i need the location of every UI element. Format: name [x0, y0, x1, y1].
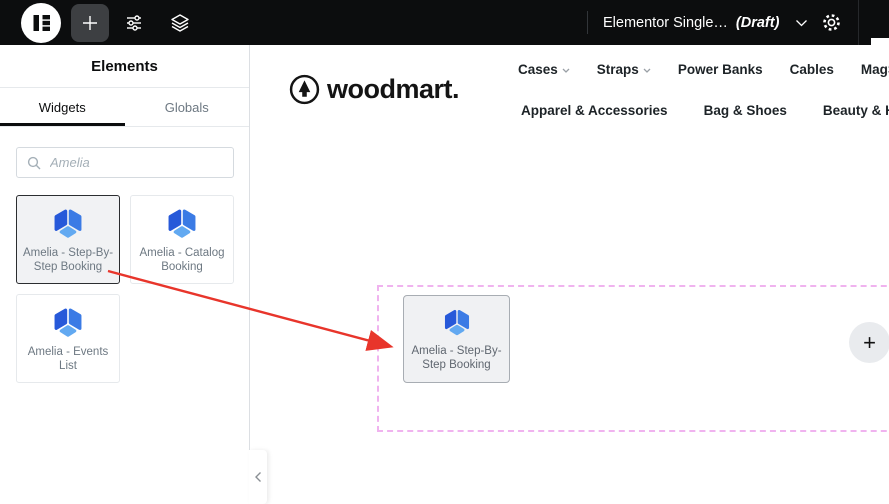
topbar-divider	[858, 0, 859, 45]
panel-collapse-button[interactable]	[249, 450, 267, 504]
pine-tree-icon	[289, 74, 320, 105]
sliders-icon	[123, 12, 145, 34]
document-title: Elementor Single…	[603, 15, 728, 31]
site-nav-secondary: Apparel & Accessories Bag & Shoes Beauty…	[521, 103, 889, 118]
tab-widgets[interactable]: Widgets	[0, 88, 125, 126]
plus-icon	[81, 14, 99, 32]
chevron-left-icon	[254, 471, 262, 483]
nav-item-cables[interactable]: Cables	[790, 62, 834, 77]
chevron-down-icon	[562, 68, 570, 73]
amelia-cube-icon	[49, 304, 87, 340]
widget-card-events-list[interactable]: Amelia - Events List	[16, 294, 120, 383]
widget-label: Amelia - Events List	[19, 345, 117, 374]
elements-panel: Elements Widgets Globals Amelia - Step-B…	[0, 45, 250, 504]
panel-title: Elements	[0, 45, 249, 88]
chevron-down-icon	[643, 68, 651, 73]
add-element-button[interactable]	[71, 4, 109, 42]
amelia-cube-icon	[49, 205, 87, 241]
add-section-button[interactable]: +	[849, 322, 889, 363]
document-status: (Draft)	[736, 15, 780, 31]
nav-item-straps[interactable]: Straps	[597, 62, 651, 77]
layers-icon	[169, 12, 191, 34]
elementor-menu-button[interactable]	[21, 3, 61, 43]
logo-text: woodmart.	[327, 76, 459, 103]
structure-button[interactable]	[169, 12, 191, 34]
widgets-grid: Amelia - Step-By-Step Booking Amelia - C…	[16, 195, 234, 383]
elementor-logo-icon	[21, 3, 61, 43]
amelia-cube-icon	[163, 205, 201, 241]
page-settings-button[interactable]	[820, 11, 843, 34]
site-nav-primary: Cases Straps Power Banks Cables MagSafe	[518, 62, 889, 77]
amelia-cube-icon	[440, 306, 474, 338]
nav-item-magsafe[interactable]: MagSafe	[861, 62, 889, 77]
nav-item-beauty-health[interactable]: Beauty & Health	[823, 103, 889, 118]
chevron-down-icon	[795, 19, 808, 27]
site-settings-button[interactable]	[123, 12, 145, 34]
topbar-divider	[587, 11, 588, 34]
gear-icon	[820, 11, 843, 34]
search-icon	[26, 155, 42, 171]
widget-card-step-by-step-booking[interactable]: Amelia - Step-By-Step Booking	[16, 195, 120, 284]
widget-label: Amelia - Step-By-Step Booking	[19, 246, 117, 275]
nav-item-power-banks[interactable]: Power Banks	[678, 62, 763, 77]
nav-item-cases[interactable]: Cases	[518, 62, 570, 77]
dropped-widget-card[interactable]: Amelia - Step-By-Step Booking	[403, 295, 510, 383]
document-switcher[interactable]: Elementor Single… (Draft)	[603, 0, 808, 45]
tab-globals[interactable]: Globals	[125, 88, 250, 126]
search-input[interactable]	[16, 147, 234, 178]
woodmart-logo[interactable]: woodmart.	[289, 74, 459, 105]
widget-card-catalog-booking[interactable]: Amelia - Catalog Booking	[130, 195, 234, 284]
panel-tabs: Widgets Globals	[0, 88, 249, 127]
elementor-topbar: Elementor Single… (Draft)	[0, 0, 889, 45]
widget-label: Amelia - Catalog Booking	[133, 246, 231, 275]
nav-item-apparel-accessories[interactable]: Apparel & Accessories	[521, 103, 668, 118]
nav-item-bag-shoes[interactable]: Bag & Shoes	[704, 103, 787, 118]
topbar-corner-step	[871, 38, 889, 45]
widget-label: Amelia - Step-By-Step Booking	[406, 344, 507, 373]
widget-search	[16, 147, 233, 178]
